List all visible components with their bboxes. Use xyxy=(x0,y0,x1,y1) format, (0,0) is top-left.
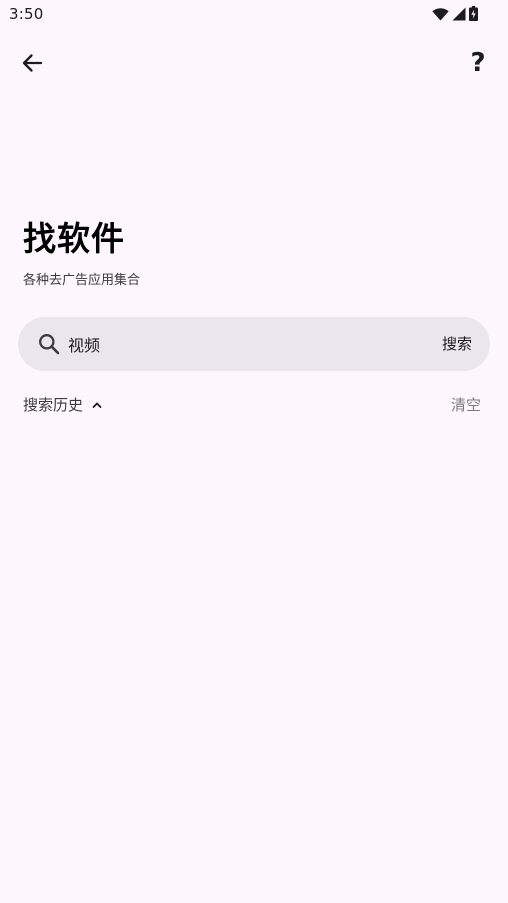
top-app-bar: ? xyxy=(0,42,508,86)
chevron-up-icon xyxy=(92,402,102,408)
search-history-header: 搜索历史 清空 xyxy=(23,394,481,418)
page-subtitle: 各种去广告应用集合 xyxy=(23,273,141,288)
help-icon: ? xyxy=(470,48,486,78)
back-button[interactable] xyxy=(12,43,52,83)
signal-icon xyxy=(452,7,466,20)
clear-history-button[interactable]: 清空 xyxy=(451,394,481,415)
search-icon[interactable] xyxy=(38,333,60,355)
search-button[interactable]: 搜索 xyxy=(442,333,472,354)
help-button[interactable]: ? xyxy=(458,43,498,83)
status-bar: 3:50 xyxy=(0,0,508,28)
search-history-label: 搜索历史 xyxy=(23,396,84,414)
search-bar: 搜索 xyxy=(18,317,490,371)
arrow-left-icon xyxy=(22,54,43,72)
search-history-toggle[interactable]: 搜索历史 xyxy=(23,394,103,415)
search-input[interactable] xyxy=(68,330,408,358)
battery-charging-icon xyxy=(469,6,478,21)
page-title: 找软件 xyxy=(23,219,125,258)
status-time: 3:50 xyxy=(9,5,44,23)
status-icons xyxy=(432,6,478,21)
wifi-icon xyxy=(432,7,449,20)
